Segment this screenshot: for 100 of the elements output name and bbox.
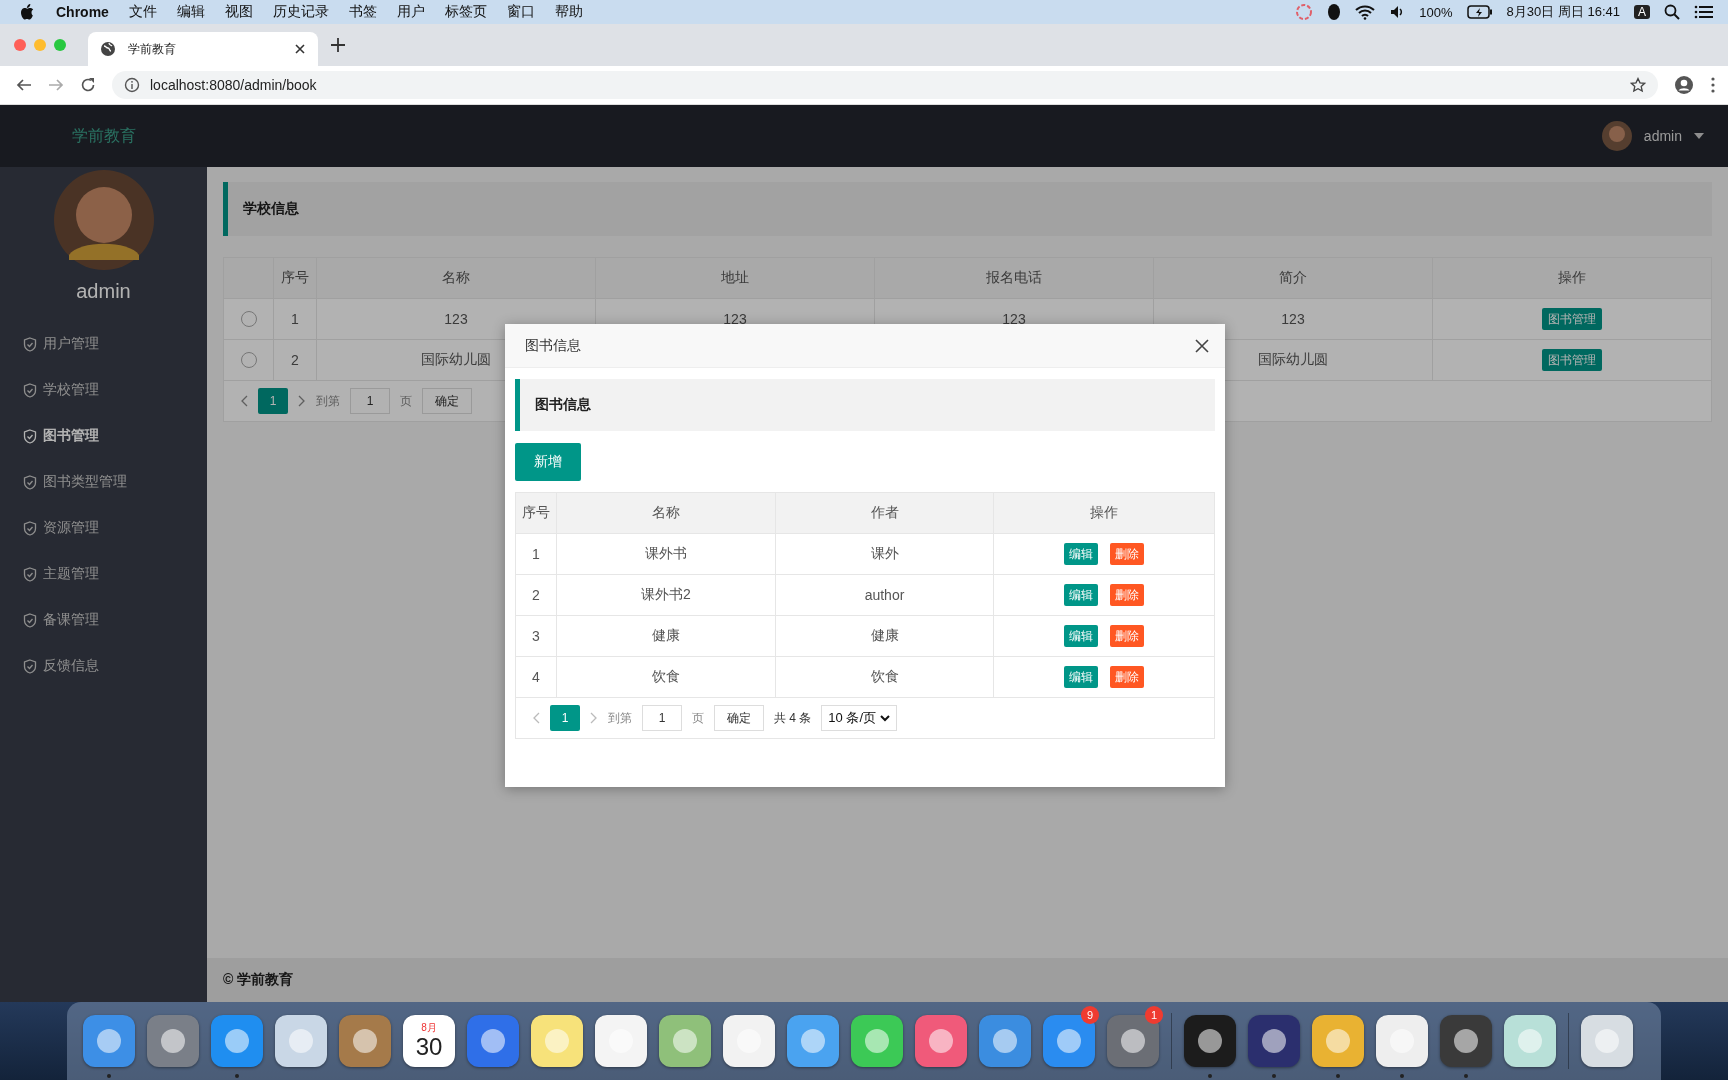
table-cell: 123 [1281,311,1305,327]
page-number[interactable]: 1 [550,705,580,731]
apple-logo-icon[interactable] [20,4,34,20]
delete-button[interactable]: 删除 [1110,543,1144,565]
close-icon[interactable] [294,43,306,55]
sidebar-item[interactable]: 资源管理 [0,505,99,551]
user-menu[interactable]: admin [1643,128,1682,144]
bookmark-star-icon[interactable] [1630,77,1646,93]
globe-icon [100,41,116,57]
page-number[interactable]: 1 [258,388,288,414]
column-header: 操作 [1558,269,1586,287]
reload-icon[interactable] [80,77,96,93]
confirm-button[interactable]: 确定 [422,388,472,414]
close-icon[interactable] [1195,338,1209,353]
app-icon[interactable] [1248,1015,1300,1067]
app-icon[interactable] [595,1015,647,1067]
edit-button[interactable]: 编辑 [1064,625,1098,647]
shield-check-icon [23,428,37,444]
sidebar-item[interactable]: 备课管理 [0,597,99,643]
table-cell: 健康 [652,627,680,645]
menu-item[interactable]: 窗口 [506,3,535,21]
app-icon[interactable] [1440,1015,1492,1067]
app-icon[interactable] [979,1015,1031,1067]
app-icon[interactable] [275,1015,327,1067]
shield-check-icon [23,566,37,582]
user-name: admin [76,280,131,303]
sidebar-item[interactable]: 反馈信息 [0,643,99,689]
browser-tab[interactable]: 学前教育 [88,32,318,66]
page-input[interactable]: 1 [350,388,390,414]
app-icon[interactable] [339,1015,391,1067]
app-icon[interactable] [1581,1015,1633,1067]
app-icon[interactable] [787,1015,839,1067]
app-icon[interactable] [723,1015,775,1067]
app-menu[interactable]: Chrome [56,4,109,20]
menu-item[interactable]: 视图 [224,3,253,21]
edit-button[interactable]: 编辑 [1064,543,1098,565]
sidebar-item[interactable]: 图书管理 [0,413,99,459]
delete-button[interactable]: 删除 [1110,666,1144,688]
table-cell: 饮食 [652,668,680,686]
avatar[interactable] [1601,121,1632,151]
search-icon[interactable] [1664,4,1680,20]
profile-icon[interactable] [1674,75,1694,95]
previous-page-icon[interactable] [240,395,248,407]
manage-books-button[interactable]: 图书管理 [1542,308,1602,330]
app-icon[interactable] [1376,1015,1428,1067]
table-cell: 课外书2 [641,586,691,604]
delete-button[interactable]: 删除 [1110,625,1144,647]
table-cell: 2 [532,587,540,603]
sidebar-item[interactable]: 主题管理 [0,551,99,597]
app-icon[interactable]: 8月 30 [403,1015,455,1067]
menu-item[interactable]: 用户 [396,3,425,21]
confirm-button[interactable]: 确定 [714,705,764,731]
back-icon[interactable] [16,77,32,93]
list-icon[interactable] [1694,4,1714,20]
table-cell: 1 [291,311,299,327]
menu-item[interactable]: 编辑 [176,3,205,21]
edit-button[interactable]: 编辑 [1064,666,1098,688]
table-cell: 2 [291,352,299,368]
app-icon[interactable] [1312,1015,1364,1067]
app-icon[interactable] [211,1015,263,1067]
app-icon[interactable] [1184,1015,1236,1067]
table-cell: 4 [532,669,540,685]
menu-item[interactable]: 帮助 [554,3,583,21]
sidebar-item[interactable]: 学校管理 [0,367,99,413]
app-icon[interactable] [851,1015,903,1067]
notification-badge: 9 [1081,1006,1099,1024]
wifi-icon[interactable] [1355,4,1376,20]
table-cell: author [864,587,905,603]
delete-button[interactable]: 删除 [1110,584,1144,606]
new-tab-icon[interactable] [330,37,346,53]
section-title: 图书信息 [535,396,591,414]
edit-button[interactable]: 编辑 [1064,584,1098,606]
clock[interactable]: 8月30日 周日 16:41 [1506,3,1620,21]
app-icon[interactable] [1504,1015,1556,1067]
more-menu-icon[interactable] [1710,76,1716,94]
add-button[interactable]: 新增 [515,443,581,481]
copyright-text: © 学前教育 [223,971,294,989]
battery-percent: 100% [1419,4,1453,20]
address-bar[interactable]: localhost:8080/admin/book [112,71,1658,99]
menu-item[interactable]: 历史记录 [272,3,329,21]
menu-item[interactable]: 书签 [348,3,377,21]
calendar-month: 8月 [421,1022,437,1034]
battery-icon[interactable] [1466,5,1493,19]
input-method-indicator[interactable]: A [1634,5,1650,19]
app-icon[interactable] [83,1015,135,1067]
caret-icon[interactable] [1694,133,1704,139]
menu-item[interactable]: 文件 [128,3,157,21]
page-input[interactable]: 1 [642,705,682,731]
menu-item[interactable]: 标签页 [444,3,487,21]
table-cell: 123 [723,311,747,327]
sidebar-item[interactable]: 用户管理 [0,321,99,367]
app-icon[interactable] [467,1015,519,1067]
page-size-select[interactable]: 10 条/页 [821,705,898,731]
sidebar-item[interactable]: 图书类型管理 [0,459,127,505]
app-icon[interactable] [531,1015,583,1067]
app-icon[interactable] [147,1015,199,1067]
manage-books-button[interactable]: 图书管理 [1542,349,1602,371]
next-page-icon[interactable] [298,395,306,407]
app-icon[interactable] [915,1015,967,1067]
app-icon[interactable] [659,1015,711,1067]
